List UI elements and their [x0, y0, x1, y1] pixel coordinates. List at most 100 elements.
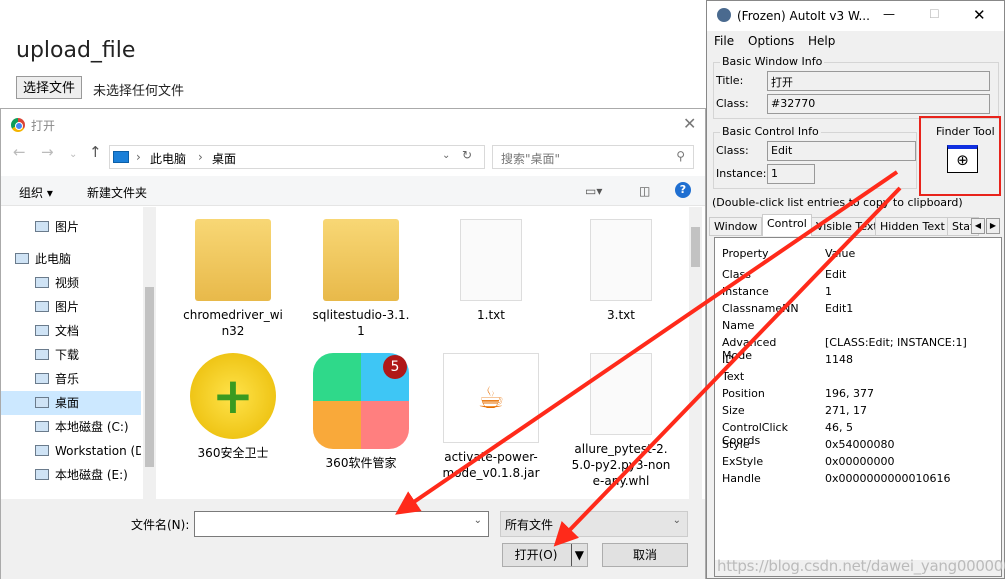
- sidebar-item-label: 本地磁盘 (C:): [55, 420, 129, 434]
- title-field[interactable]: 打开: [767, 71, 990, 91]
- close-icon[interactable]: ✕: [973, 6, 986, 24]
- filename-input[interactable]: ⌄: [194, 511, 489, 537]
- cancel-button[interactable]: 取消: [602, 543, 688, 567]
- drive-icon: [35, 445, 49, 456]
- file-item[interactable]: chromedriver_win32: [173, 219, 293, 339]
- preview-pane-icon[interactable]: ◫: [639, 184, 650, 198]
- property-name: Name: [722, 319, 755, 332]
- sidebar-item-label: 本地磁盘 (E:): [55, 468, 128, 482]
- back-icon[interactable]: ←: [13, 143, 26, 169]
- maximize-icon[interactable]: ☐: [929, 7, 940, 21]
- sidebar-item[interactable]: 视频: [1, 271, 141, 295]
- property-value: Edit: [825, 268, 847, 281]
- sidebar-item[interactable]: 文档: [1, 319, 141, 343]
- chevron-down-icon[interactable]: ⌄: [474, 515, 482, 526]
- sidebar-item[interactable]: Workstation (D: [1, 439, 141, 463]
- chevron-down-icon[interactable]: ⌄: [442, 150, 450, 161]
- documents-icon: [35, 325, 49, 336]
- file-name: 3.txt: [607, 308, 635, 322]
- sidebar-item[interactable]: 本地磁盘 (C:): [1, 415, 141, 439]
- menu-options[interactable]: Options: [748, 34, 794, 48]
- control-class-field[interactable]: Edit: [767, 141, 916, 161]
- tab-window[interactable]: Window: [709, 217, 763, 236]
- tab-hidden-text[interactable]: Hidden Text: [875, 217, 950, 236]
- sidebar-item[interactable]: 下载: [1, 343, 141, 367]
- file-item[interactable]: allure_pytest-2.5.0-py2.py3-none-any.whl: [561, 353, 681, 489]
- class-label: Class:: [716, 97, 749, 110]
- search-input[interactable]: 搜索"桌面" ⚲: [492, 145, 694, 169]
- java-jar-icon: ☕: [443, 353, 539, 443]
- property-name: Instance: [722, 285, 769, 298]
- drive-icon: [35, 469, 49, 480]
- sidebar-item[interactable]: 图片: [1, 295, 141, 319]
- property-value: 46, 5: [825, 421, 853, 434]
- file-name: 360安全卫士: [197, 446, 269, 460]
- minimize-icon[interactable]: —: [883, 7, 895, 21]
- tab-scroll-left-icon[interactable]: ◀: [971, 218, 985, 234]
- notification-badge: 5: [383, 355, 407, 379]
- instance-label: Instance:: [716, 167, 767, 180]
- refresh-icon[interactable]: ↻: [462, 148, 472, 162]
- tab-control[interactable]: Control: [762, 214, 812, 236]
- file-item[interactable]: +360安全卫士: [173, 353, 293, 461]
- file-name: sqlitestudio-3.1.1: [312, 308, 410, 338]
- organize-menu[interactable]: 组织 ▾: [19, 184, 53, 201]
- basic-control-info: Basic Control Info Class: Edit Instance:…: [713, 125, 917, 189]
- open-button[interactable]: 打开(O) ▼: [502, 543, 588, 567]
- up-icon[interactable]: ↑: [89, 143, 102, 169]
- chrome-icon: [11, 118, 25, 132]
- property-name: Text: [722, 370, 745, 383]
- sidebar-item-label: 音乐: [55, 372, 80, 386]
- new-folder-button[interactable]: 新建文件夹: [87, 184, 147, 201]
- folder-icon: [195, 219, 271, 301]
- file-list-scrollbar[interactable]: [689, 207, 702, 499]
- sidebar-item-label: 此电脑: [35, 252, 72, 266]
- menu-help[interactable]: Help: [808, 34, 835, 48]
- list-header: Property Value: [722, 247, 856, 260]
- sidebar-item[interactable]: 此电脑: [1, 247, 141, 271]
- property-value: Edit1: [825, 302, 854, 315]
- recent-chevron-icon[interactable]: ⌄: [69, 149, 77, 175]
- basic-window-info: Basic Window Info Title: 打开 Class: #3277…: [713, 55, 999, 119]
- property-name: Handle: [722, 472, 761, 485]
- filename-label: 文件名(N):: [131, 518, 190, 532]
- properties-list[interactable]: Property Value https://blog.csdn.net/dawe…: [714, 237, 1005, 577]
- window-title: (Frozen) AutoIt v3 W...: [737, 9, 870, 23]
- class-field[interactable]: #32770: [767, 94, 990, 114]
- property-value: 0x54000080: [825, 438, 895, 451]
- split-dropdown-icon[interactable]: ▼: [570, 544, 584, 566]
- 360-software-manager-icon: 5: [313, 353, 409, 449]
- sidebar-item[interactable]: 本地磁盘 (E:): [1, 463, 141, 487]
- menu-file[interactable]: File: [714, 34, 734, 48]
- close-icon[interactable]: ✕: [683, 114, 696, 133]
- sidebar-scrollbar[interactable]: [143, 207, 156, 499]
- file-item[interactable]: 5 360软件管家: [301, 353, 421, 471]
- document-icon: [590, 353, 652, 435]
- choose-file-button[interactable]: 选择文件: [16, 76, 83, 99]
- property-value: [CLASS:Edit; INSTANCE:1]: [825, 336, 967, 349]
- property-value: 1: [825, 285, 832, 298]
- sidebar-item-label: Workstation (D: [55, 444, 141, 458]
- help-icon[interactable]: ?: [675, 182, 691, 198]
- instance-field[interactable]: 1: [767, 164, 815, 184]
- sidebar-item[interactable]: 桌面: [1, 391, 141, 415]
- chevron-down-icon: ⌄: [672, 515, 681, 526]
- breadcrumb-this-pc[interactable]: 此电脑: [150, 150, 186, 167]
- tab-scroll-right-icon[interactable]: ▶: [986, 218, 1000, 234]
- breadcrumb-desktop[interactable]: 桌面: [212, 150, 236, 167]
- file-type-select[interactable]: 所有文件 ⌄: [500, 511, 688, 537]
- view-options-icon[interactable]: ▭▾: [585, 184, 602, 198]
- file-item[interactable]: sqlitestudio-3.1.1: [301, 219, 421, 339]
- file-item[interactable]: 3.txt: [561, 219, 681, 323]
- forward-icon[interactable]: →: [41, 143, 54, 169]
- sidebar-item[interactable]: 音乐: [1, 367, 141, 391]
- file-item[interactable]: ☕ activate-power-mode_v0.1.8.jar: [431, 353, 551, 481]
- sidebar-item[interactable]: 图片: [1, 215, 141, 239]
- tab-visible-text[interactable]: Visible Text: [811, 217, 883, 236]
- file-item[interactable]: 1.txt: [431, 219, 551, 323]
- document-icon: [590, 219, 652, 301]
- address-bar[interactable]: › 此电脑 › 桌面 ⌄ ↻: [109, 145, 485, 169]
- class-label: Class:: [716, 144, 749, 157]
- computer-icon: [15, 253, 29, 264]
- finder-crosshair-icon[interactable]: ⊕: [947, 145, 978, 173]
